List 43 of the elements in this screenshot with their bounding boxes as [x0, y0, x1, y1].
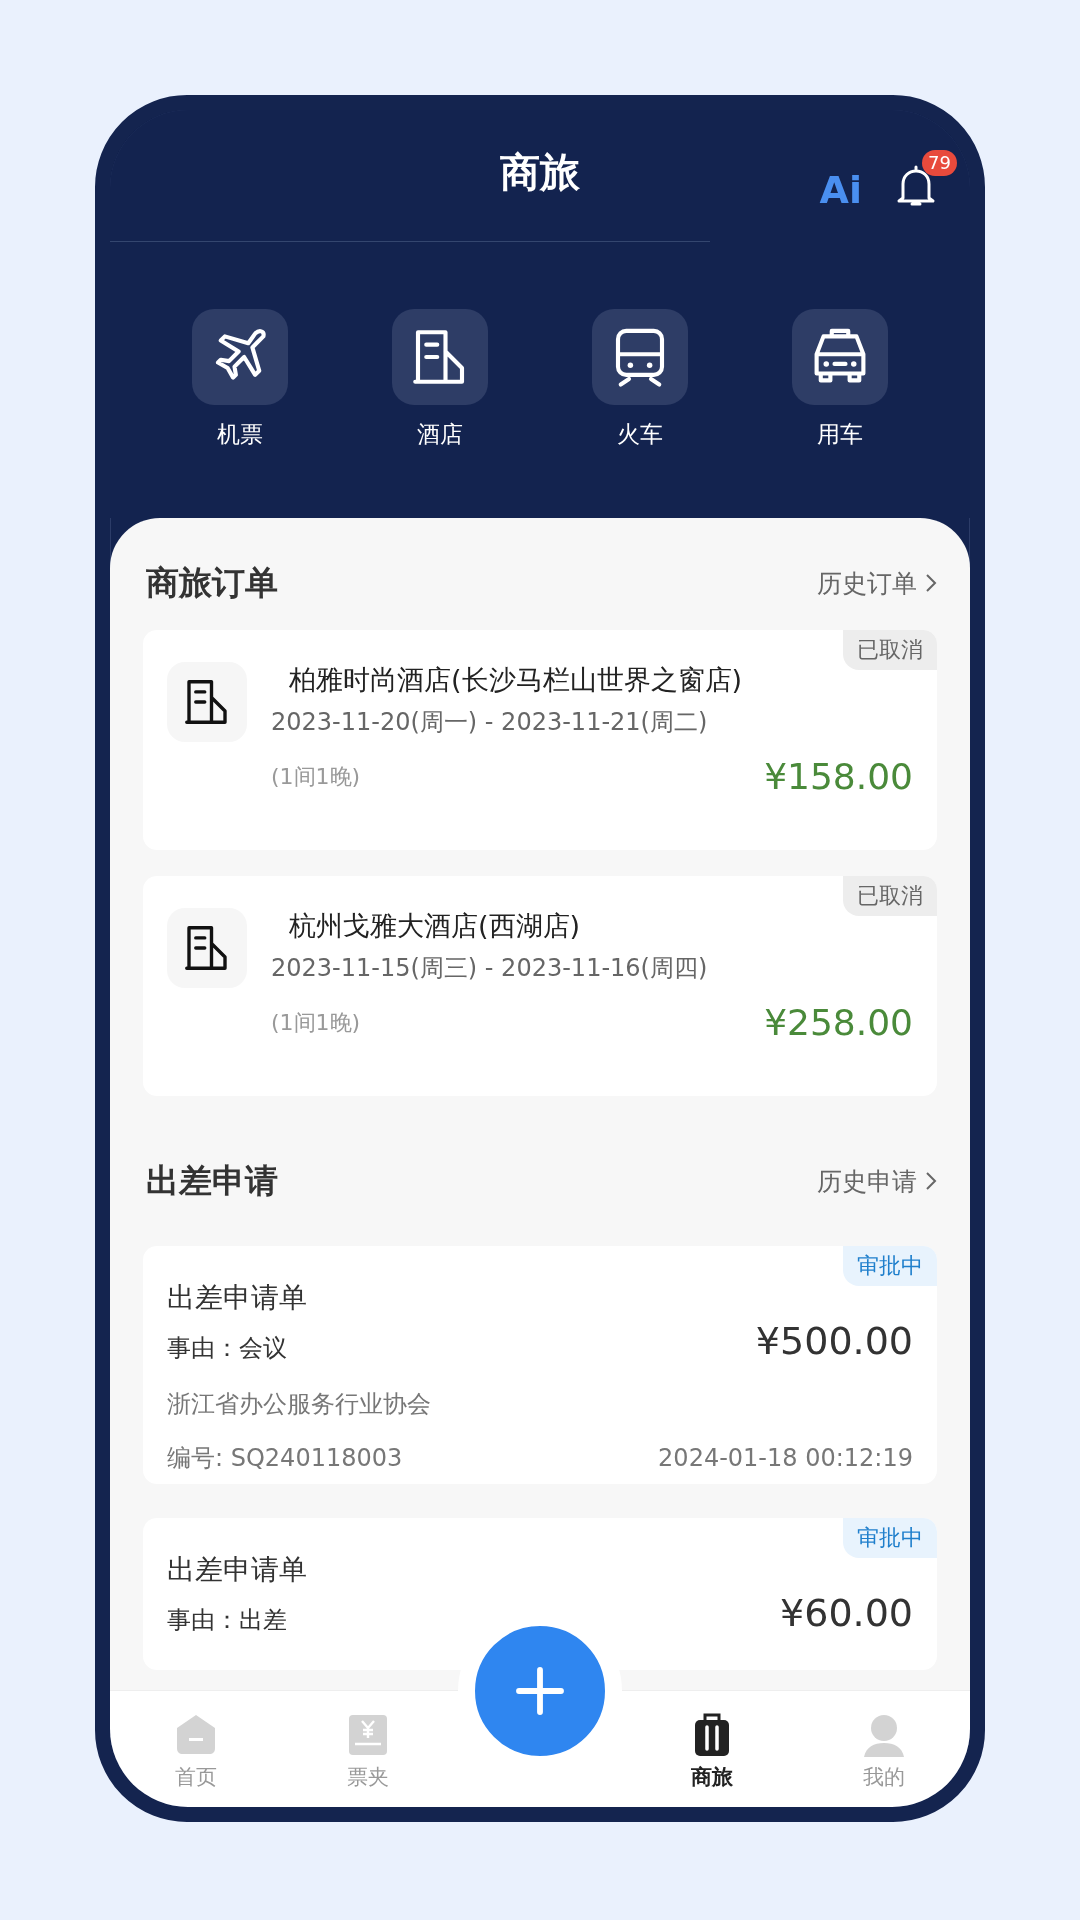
application-amount: ¥500.00 — [755, 1319, 913, 1363]
application-title: 出差申请单 — [167, 1280, 308, 1316]
service-button[interactable] — [192, 309, 288, 405]
order-price: ¥158.00 — [764, 756, 913, 797]
hotel-name: 柏雅时尚酒店(长沙马栏山世界之窗店) — [289, 663, 744, 697]
section-title: 商旅订单 — [146, 561, 278, 604]
service-button[interactable] — [792, 309, 888, 405]
status-tag: 已取消 — [843, 630, 937, 670]
order-card[interactable]: 柏雅时尚酒店(长沙马栏山世界之窗店) 2023-11-20(周一) - 2023-11-21(周二) (1间1晚) ¥158.00 已取消 — [143, 630, 937, 850]
application-amount: ¥60.00 — [780, 1591, 913, 1635]
application-card[interactable]: 出差申请单 事由：会议 ¥500.00 浙江省办公服务行业协会 编号: SQ240118003 2024-01-18 00:12:19 审批中 — [143, 1246, 937, 1484]
service-label[interactable]: 机票 — [217, 419, 263, 450]
section-title: 出差申请 — [146, 1159, 278, 1202]
chevron-right-icon — [925, 1171, 937, 1191]
tab-item[interactable]: 商旅 — [626, 1691, 798, 1807]
history-link[interactable]: 历史订单 — [817, 566, 937, 600]
organization-name: 浙江省办公服务行业协会 — [167, 1389, 432, 1420]
status-tag: 审批中 — [843, 1246, 937, 1286]
status-tag: 已取消 — [843, 876, 937, 916]
stay-dates: 2023-11-15(周三) - 2023-11-16(周四) — [271, 953, 709, 984]
order-price: ¥258.00 — [764, 1002, 913, 1043]
service-label[interactable]: 火车 — [617, 419, 663, 450]
page-title: 商旅 — [500, 148, 580, 197]
application-title: 出差申请单 — [167, 1552, 308, 1588]
trip-reason: 事由：会议 — [167, 1333, 287, 1364]
hotel-name: 杭州戈雅大酒店(西湖店) — [289, 909, 582, 943]
service-label[interactable]: 酒店 — [417, 419, 463, 450]
notification-badge: 79 — [922, 150, 957, 176]
application-time: 2024-01-18 00:12:19 — [658, 1443, 913, 1474]
room-nights: (1间1晚) — [271, 762, 361, 791]
service-button[interactable] — [592, 309, 688, 405]
trip-reason: 事由：出差 — [167, 1605, 287, 1636]
order-card[interactable]: 杭州戈雅大酒店(西湖店) 2023-11-15(周三) - 2023-11-16(周四) (1间1晚) ¥258.00 已取消 — [143, 876, 937, 1096]
chevron-right-icon — [925, 573, 937, 593]
application-number: 编号: SQ240118003 — [167, 1443, 403, 1474]
status-tag: 审批中 — [843, 1518, 937, 1558]
service-label[interactable]: 用车 — [817, 419, 863, 450]
history-link[interactable]: 历史申请 — [817, 1164, 937, 1198]
stay-dates: 2023-11-20(周一) - 2023-11-21(周二) — [271, 707, 709, 738]
application-card[interactable]: 出差申请单 事由：出差 ¥60.00 审批中 — [143, 1518, 937, 1670]
service-button[interactable] — [392, 309, 488, 405]
room-nights: (1间1晚) — [271, 1008, 361, 1037]
ai-assistant-button[interactable]: Ai — [819, 168, 862, 212]
